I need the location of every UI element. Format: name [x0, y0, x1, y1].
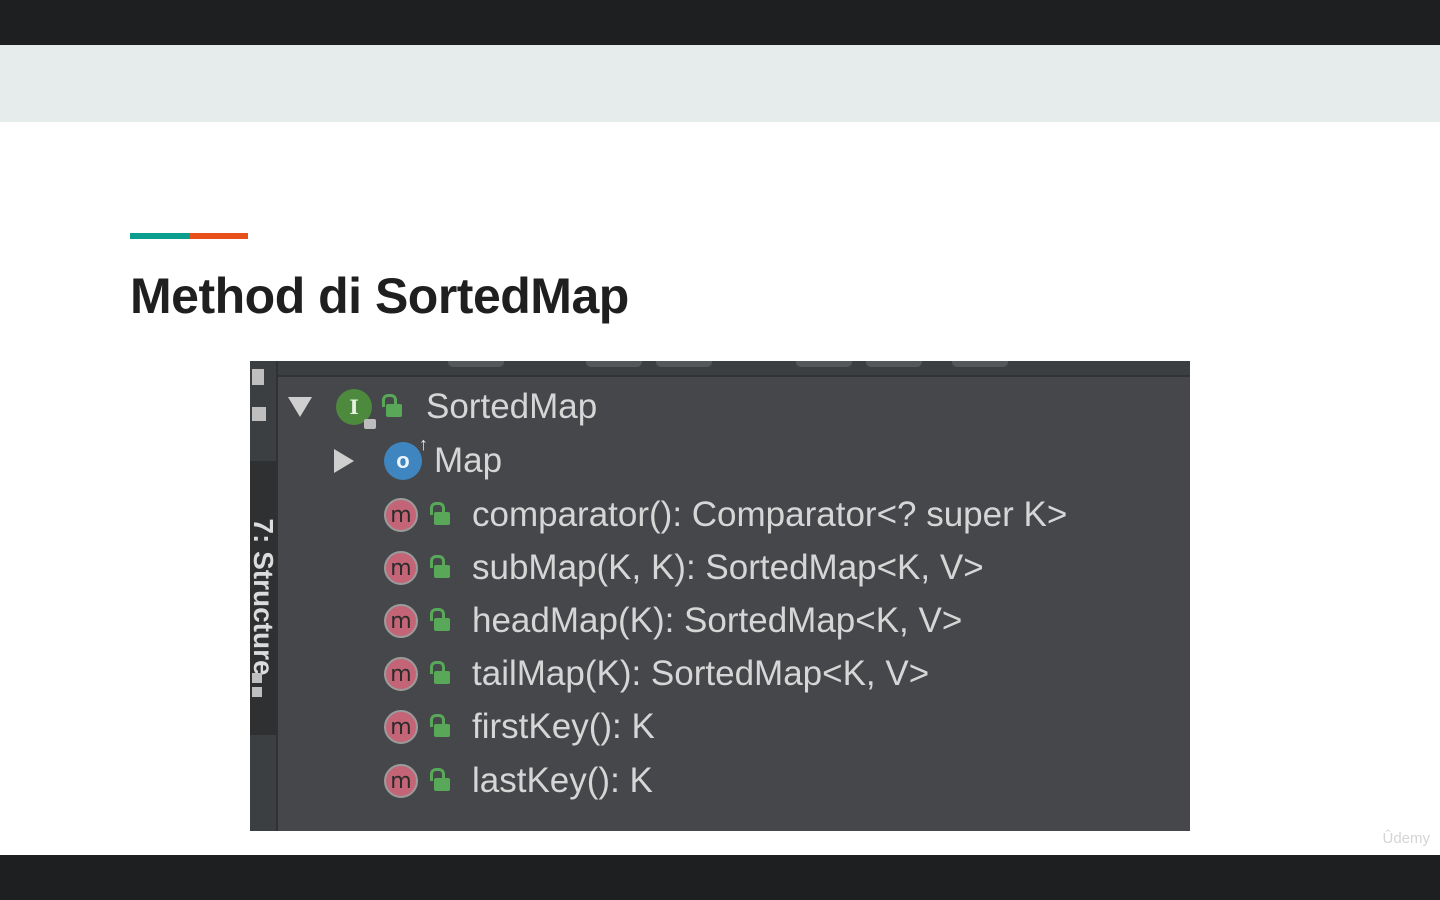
method-signature: lastKey(): K	[472, 761, 653, 800]
public-unlock-icon	[430, 555, 452, 581]
slide-title: Method di SortedMap	[130, 268, 629, 324]
tree-node-label: Map	[434, 441, 503, 480]
udemy-watermark: Ûdemy	[1382, 830, 1430, 847]
strip-separator	[276, 361, 278, 831]
toolbar-button-2[interactable]	[586, 361, 642, 367]
bottom-letterbox	[0, 855, 1440, 900]
tree-node-method[interactable]: m firstKey(): K	[384, 702, 655, 752]
structure-tab-label: 7: Structure	[250, 518, 279, 676]
inherit-arrow-icon: ↑	[419, 434, 428, 454]
expand-arrow-icon[interactable]	[334, 449, 354, 473]
tree-node-method[interactable]: m headMap(K): SortedMap<K, V>	[384, 596, 962, 646]
interface-icon: I	[336, 389, 376, 429]
ide-structure-panel: 7: Structure I SortedMap o ↑ Map m compa…	[250, 361, 1190, 831]
method-icon: m	[384, 710, 418, 744]
public-unlock-icon	[430, 502, 452, 528]
method-icon: m	[384, 604, 418, 638]
tool-window-strip: 7: Structure	[250, 361, 279, 831]
method-signature: subMap(K, K): SortedMap<K, V>	[472, 548, 984, 587]
toolbar-button-4[interactable]	[796, 361, 852, 367]
public-unlock-icon	[430, 661, 452, 687]
method-icon: m	[384, 764, 418, 798]
strip-icon-top[interactable]	[252, 369, 264, 385]
method-icon: m	[384, 551, 418, 585]
public-unlock-icon	[382, 394, 404, 420]
method-signature: tailMap(K): SortedMap<K, V>	[472, 654, 930, 693]
method-signature: firstKey(): K	[472, 707, 655, 746]
public-unlock-icon	[430, 714, 452, 740]
public-unlock-icon	[430, 608, 452, 634]
toolbar-button-1[interactable]	[448, 361, 504, 367]
toolbar-button-6[interactable]	[952, 361, 1008, 367]
toolbar-button-5[interactable]	[866, 361, 922, 367]
accent-bar-teal	[130, 233, 190, 239]
tree-node-sortedmap[interactable]: I SortedMap	[288, 382, 597, 432]
tree-node-method[interactable]: m subMap(K, K): SortedMap<K, V>	[384, 543, 984, 593]
collapse-arrow-icon[interactable]	[288, 397, 312, 417]
tree-node-map[interactable]: o ↑ Map	[334, 434, 503, 486]
method-icon: m	[384, 498, 418, 532]
method-signature: headMap(K): SortedMap<K, V>	[472, 601, 963, 640]
lock-badge-icon	[364, 419, 376, 429]
toolbar-button-3[interactable]	[656, 361, 712, 367]
slide-header-band	[0, 45, 1440, 122]
top-letterbox	[0, 0, 1440, 45]
tree-node-method[interactable]: m comparator(): Comparator<? super K>	[384, 490, 1067, 540]
tree-node-label: SortedMap	[426, 387, 598, 426]
tree-node-method[interactable]: m tailMap(K): SortedMap<K, V>	[384, 649, 929, 699]
accent-bar-orange	[190, 233, 248, 239]
structure-toolbar	[278, 361, 1190, 377]
public-unlock-icon	[430, 768, 452, 794]
method-signature: comparator(): Comparator<? super K>	[472, 495, 1068, 534]
strip-icon-grip-2	[252, 687, 262, 697]
method-icon: m	[384, 657, 418, 691]
class-icon: o ↑	[384, 434, 428, 480]
strip-icon-square[interactable]	[252, 407, 266, 421]
tree-node-method[interactable]: m lastKey(): K	[384, 756, 653, 806]
strip-icon-grip-1	[252, 673, 262, 683]
slide: Method di SortedMap 7: Structure I Sorte…	[0, 45, 1440, 855]
